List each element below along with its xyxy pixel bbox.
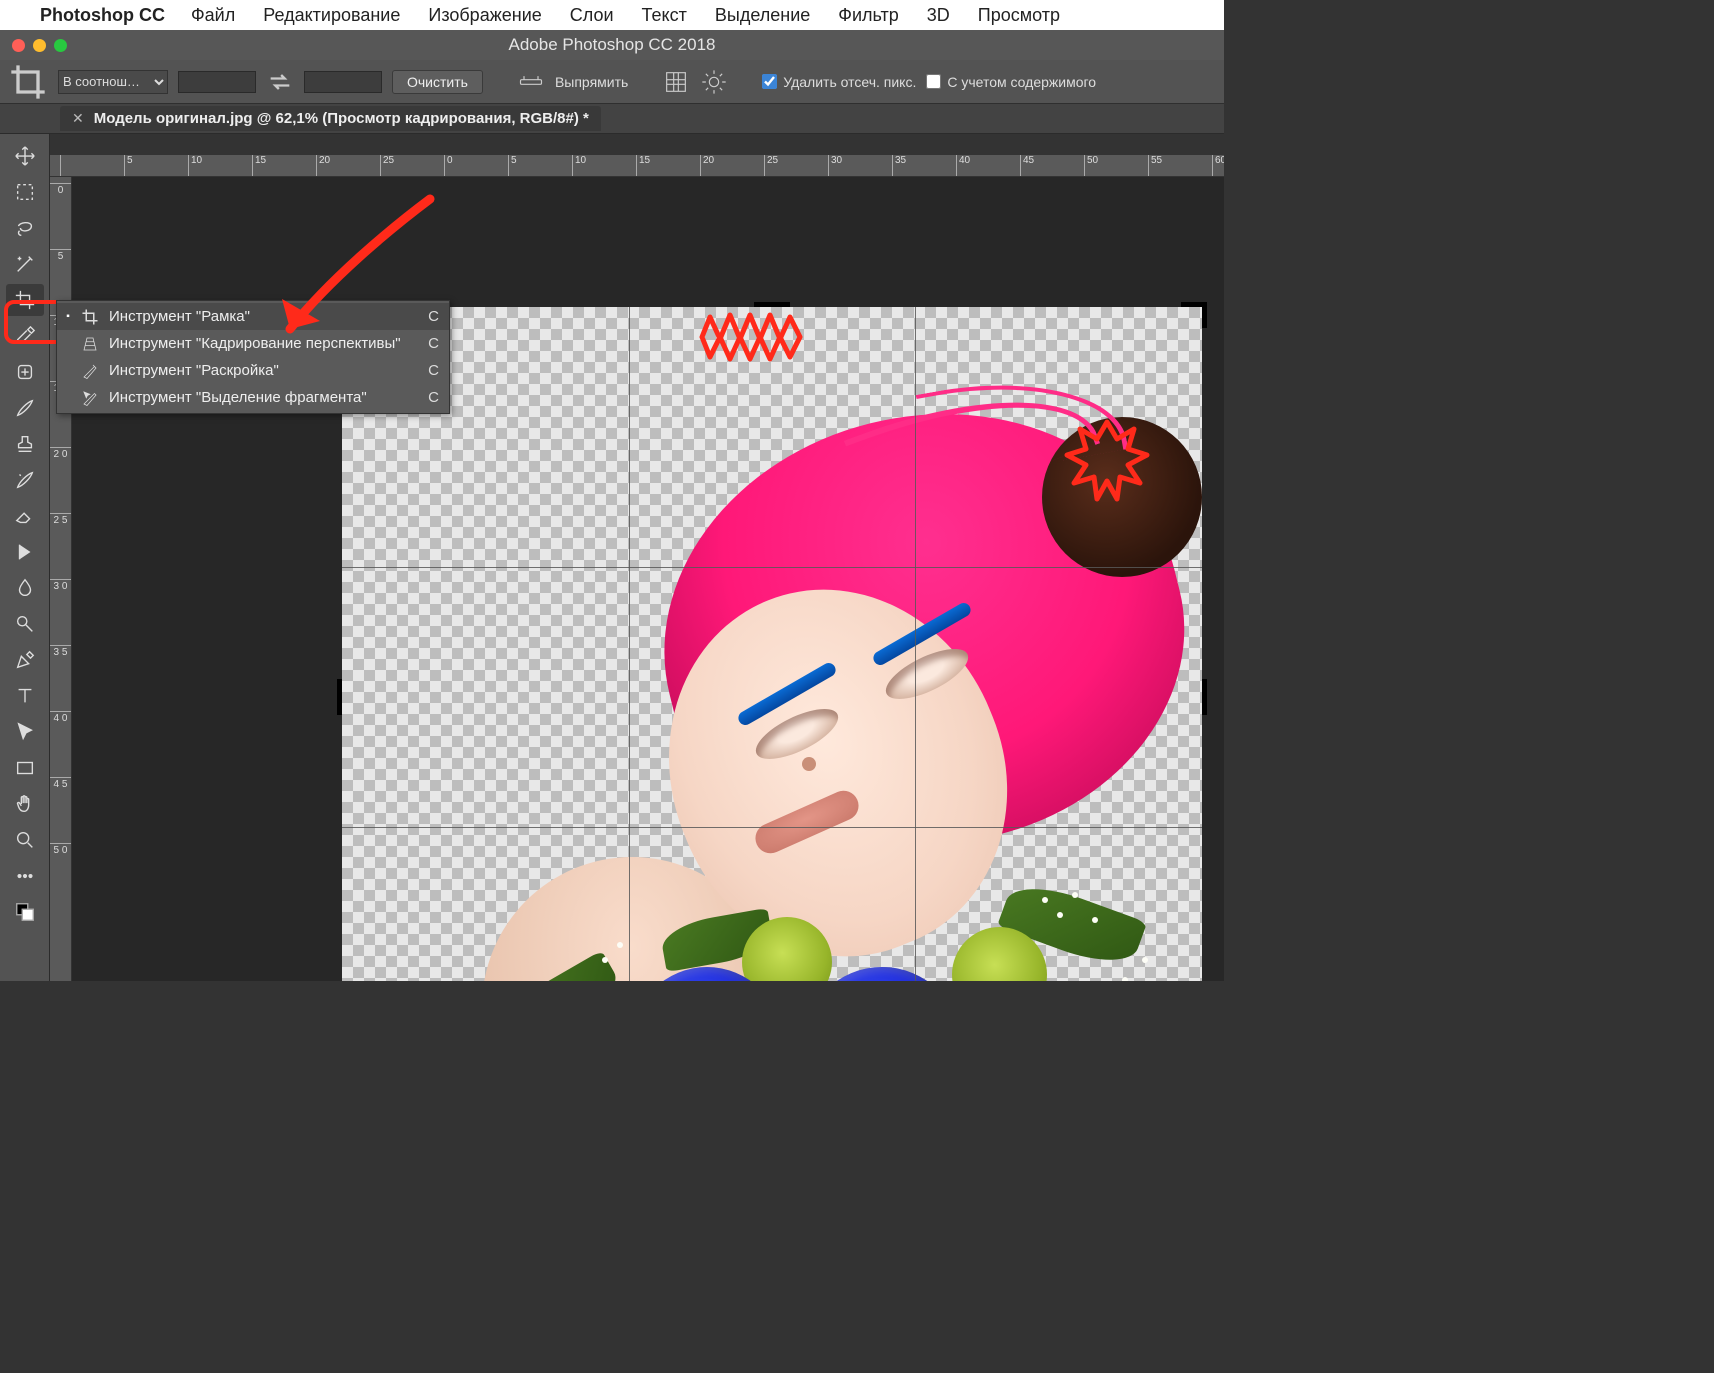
crop-settings-gear-icon[interactable] <box>700 68 728 96</box>
tool-healing[interactable] <box>6 356 44 388</box>
flyout-item-shortcut: C <box>428 308 439 325</box>
slice-icon <box>79 362 101 380</box>
tool-brush[interactable] <box>6 392 44 424</box>
document-canvas[interactable] <box>342 307 1202 981</box>
content-aware-input[interactable] <box>926 74 941 89</box>
crop-ratio-select[interactable]: В соотнош… <box>58 70 168 94</box>
tool-edit-toolbar[interactable] <box>6 860 44 892</box>
flyout-item-shortcut: C <box>428 362 439 379</box>
straighten-label[interactable]: Выпрямить <box>555 74 628 90</box>
delete-cropped-pixels-input[interactable] <box>762 74 777 89</box>
tool-rectangle[interactable] <box>6 752 44 784</box>
tool-stamp[interactable] <box>6 428 44 460</box>
tool-dodge[interactable] <box>6 608 44 640</box>
crop-handle-tr[interactable] <box>1181 302 1207 328</box>
tool-history-brush[interactable] <box>6 464 44 496</box>
slice-select-icon <box>79 389 101 407</box>
menu-view[interactable]: Просмотр <box>978 5 1060 26</box>
flyout-item-label: Инструмент "Рамка" <box>109 308 418 325</box>
ruler-horizontal[interactable]: 510152025051015202530354045505560 <box>50 155 1224 177</box>
tool-eraser[interactable] <box>6 500 44 532</box>
flyout-item-shortcut: C <box>428 335 439 352</box>
menu-select[interactable]: Выделение <box>715 5 810 26</box>
swap-dimensions-icon[interactable] <box>266 68 294 96</box>
content-aware-checkbox[interactable]: С учетом содержимого <box>926 74 1096 90</box>
menu-3d[interactable]: 3D <box>927 5 950 26</box>
delete-cropped-pixels-label: Удалить отсеч. пикс. <box>783 74 916 90</box>
menu-filter[interactable]: Фильтр <box>838 5 898 26</box>
menu-edit[interactable]: Редактирование <box>263 5 400 26</box>
tool-gradient[interactable] <box>6 536 44 568</box>
active-tool-icon[interactable] <box>8 67 48 97</box>
tool-move[interactable] <box>6 140 44 172</box>
flyout-item-perspective-crop[interactable]: Инструмент "Кадрирование перспективы" C <box>57 330 449 357</box>
menu-file[interactable]: Файл <box>191 5 235 26</box>
flyout-item-label: Инструмент "Выделение фрагмента" <box>109 389 418 406</box>
tool-marquee[interactable] <box>6 176 44 208</box>
flyout-item-label: Инструмент "Кадрирование перспективы" <box>109 335 418 352</box>
menu-image[interactable]: Изображение <box>428 5 541 26</box>
crop-height-input[interactable] <box>304 71 382 93</box>
tool-eyedropper[interactable] <box>6 320 44 352</box>
document-tab-title: Модель оригинал.jpg @ 62,1% (Просмотр ка… <box>94 110 589 127</box>
flyout-item-crop[interactable]: ▪ Инструмент "Рамка" C <box>57 303 449 330</box>
menu-layer[interactable]: Слои <box>570 5 614 26</box>
options-bar: В соотнош… Очистить Выпрямить Удалить от… <box>0 60 1224 104</box>
flyout-item-slice-select[interactable]: Инструмент "Выделение фрагмента" C <box>57 384 449 411</box>
menu-text[interactable]: Текст <box>642 5 687 26</box>
flyout-item-slice[interactable]: Инструмент "Раскройка" C <box>57 357 449 384</box>
perspective-crop-icon <box>79 335 101 353</box>
tool-path-select[interactable] <box>6 716 44 748</box>
mac-menubar: Photoshop CC Файл Редактирование Изображ… <box>0 0 1224 30</box>
toolbox <box>0 134 50 981</box>
tool-pen[interactable] <box>6 644 44 676</box>
flyout-item-shortcut: C <box>428 389 439 406</box>
crop-handle-t[interactable] <box>754 302 790 307</box>
overlay-grid-icon[interactable] <box>662 68 690 96</box>
canvas-area[interactable] <box>72 177 1224 981</box>
tool-magic-wand[interactable] <box>6 248 44 280</box>
document-tab[interactable]: ✕ Модель оригинал.jpg @ 62,1% (Просмотр … <box>60 106 601 131</box>
clear-button[interactable]: Очистить <box>392 70 483 94</box>
flyout-item-label: Инструмент "Раскройка" <box>109 362 418 379</box>
tool-lasso[interactable] <box>6 212 44 244</box>
crop-handle-l[interactable] <box>337 679 342 715</box>
window-titlebar: Adobe Photoshop CC 2018 <box>0 30 1224 60</box>
tool-crop[interactable] <box>6 284 44 316</box>
tool-blur[interactable] <box>6 572 44 604</box>
content-aware-label: С учетом содержимого <box>947 74 1096 90</box>
crop-icon <box>79 308 101 326</box>
flyout-active-dot-icon: ▪ <box>63 311 73 322</box>
tool-hand[interactable] <box>6 788 44 820</box>
window-title: Adobe Photoshop CC 2018 <box>0 35 1224 55</box>
crop-tool-flyout: ▪ Инструмент "Рамка" C Инструмент "Кадри… <box>56 300 450 414</box>
tool-type[interactable] <box>6 680 44 712</box>
close-tab-icon[interactable]: ✕ <box>72 110 84 127</box>
crop-frame[interactable] <box>337 302 1207 981</box>
document-tabbar: ✕ Модель оригинал.jpg @ 62,1% (Просмотр … <box>0 104 1224 134</box>
crop-handle-r[interactable] <box>1202 679 1207 715</box>
tool-swatches[interactable] <box>6 896 44 928</box>
straighten-icon[interactable] <box>517 68 545 96</box>
crop-width-input[interactable] <box>178 71 256 93</box>
delete-cropped-pixels-checkbox[interactable]: Удалить отсеч. пикс. <box>762 74 916 90</box>
tool-zoom[interactable] <box>6 824 44 856</box>
menubar-app-name[interactable]: Photoshop CC <box>40 5 165 26</box>
ruler-vertical[interactable]: 051 01 52 02 53 03 54 04 55 0 <box>50 177 72 981</box>
